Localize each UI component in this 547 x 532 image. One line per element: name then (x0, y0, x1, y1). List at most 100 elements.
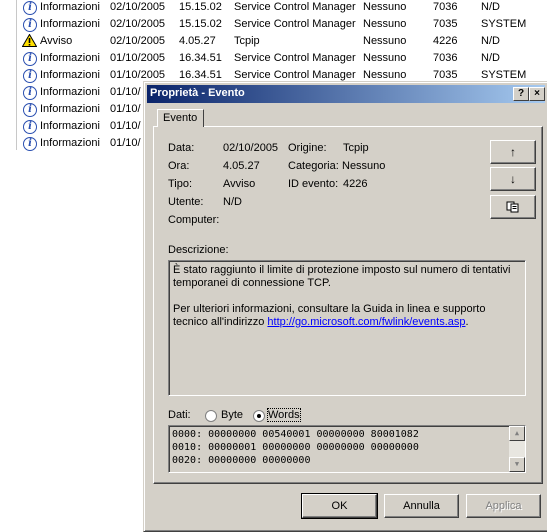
event-type: Informazioni (40, 1, 100, 13)
warning-icon (22, 34, 37, 47)
help-link[interactable]: http://go.microsoft.com/fwlink/events.as… (267, 316, 465, 328)
event-date: 01/10/ (110, 103, 141, 115)
user-value: N/D (223, 196, 242, 208)
event-user: N/D (481, 1, 500, 13)
event-date: 02/10/2005 (110, 1, 166, 13)
event-date: 01/10/ (110, 120, 141, 132)
info-icon: i (23, 86, 37, 100)
event-id: 7035 (433, 18, 458, 30)
info-icon: i (23, 120, 37, 134)
event-id-label: ID evento: (288, 178, 339, 190)
info-icon: i (23, 103, 37, 117)
info-icon: i (23, 1, 37, 15)
type-value: Avviso (223, 178, 256, 190)
data-hex-box[interactable]: 0000: 00000000 00540001 00000000 8000108… (168, 425, 526, 473)
event-source: Service Control Manager (234, 69, 356, 81)
event-row[interactable]: i Informazioni 01/10/2005 16.34.51 Service C… (17, 50, 547, 67)
previous-event-button[interactable]: ↑ (490, 140, 536, 164)
words-radio[interactable] (253, 410, 265, 422)
event-date: 02/10/2005 (110, 35, 166, 47)
event-id: 7036 (433, 1, 458, 13)
event-type: Informazioni (40, 18, 100, 30)
hex-line: 0000: 00000000 00540001 00000000 8000108… (172, 429, 419, 440)
computer-label: Computer: (168, 214, 220, 226)
event-id-value: 4226 (343, 178, 368, 190)
event-category: Nessuno (363, 35, 407, 47)
event-row[interactable]: i Informazioni 02/10/2005 15.15.02 Service C… (17, 0, 547, 16)
source-value: Tcpip (343, 142, 369, 154)
event-time: 4.05.27 (179, 35, 216, 47)
info-icon: i (23, 137, 37, 151)
event-time: 16.34.51 (179, 69, 222, 81)
event-source: Service Control Manager (234, 1, 356, 13)
event-type: Informazioni (40, 86, 100, 98)
dialog-title: Proprietà - Evento (150, 87, 245, 99)
arrow-up-icon: ↑ (510, 145, 516, 159)
hex-line: 0020: 00000000 00000000 (172, 455, 311, 466)
event-user: SYSTEM (481, 18, 527, 30)
hex-scrollbar[interactable]: ▲ ▼ (509, 426, 525, 472)
time-value: 4.05.27 (223, 160, 260, 172)
time-label: Ora: (168, 160, 190, 172)
type-label: Tipo: (168, 178, 193, 190)
event-time: 15.15.02 (179, 1, 222, 13)
user-label: Utente: (168, 196, 204, 208)
event-user: N/D (481, 35, 500, 47)
event-row[interactable]: Avviso 02/10/2005 4.05.27 Tcpip Nessuno 4226 N… (17, 33, 547, 50)
event-type: Informazioni (40, 137, 100, 149)
event-user: SYSTEM (481, 69, 527, 81)
tab-evento-label: Evento (163, 112, 198, 124)
byte-radio-label[interactable]: Byte (221, 409, 243, 421)
hex-line: 0010: 00000001 00000000 00000000 0000000… (172, 442, 419, 453)
event-source: Tcpip (234, 35, 260, 47)
event-category: Nessuno (363, 52, 407, 64)
event-date: 01/10/2005 (110, 52, 166, 64)
event-tab-panel: Data: 02/10/2005 Ora: 4.05.27 Tipo: Avvi… (153, 126, 543, 484)
event-category: Nessuno (363, 1, 407, 13)
description-paragraph-1: È stato raggiunto il limite di protezion… (173, 264, 511, 289)
event-type: Informazioni (40, 69, 100, 81)
event-source: Service Control Manager (234, 52, 356, 64)
event-row[interactable]: i Informazioni 02/10/2005 15.15.02 Service C… (17, 16, 547, 33)
dialog-title-bar[interactable]: Proprietà - Evento ? × (147, 85, 545, 103)
description-paragraph-2: Per ulteriori informazioni, consultare l… (173, 303, 486, 328)
info-icon: i (23, 52, 37, 66)
scroll-down-arrow-icon[interactable]: ▼ (509, 457, 525, 472)
source-label: Origine: (288, 142, 327, 154)
copy-button[interactable] (490, 195, 536, 219)
date-value: 02/10/2005 (223, 142, 279, 154)
next-event-button[interactable]: ↓ (490, 167, 536, 191)
event-type: Informazioni (40, 120, 100, 132)
event-date: 01/10/ (110, 86, 141, 98)
event-category: Nessuno (363, 18, 407, 30)
event-id: 4226 (433, 35, 458, 47)
event-type: Informazioni (40, 103, 100, 115)
event-category: Nessuno (363, 69, 407, 81)
event-id: 7035 (433, 69, 458, 81)
event-source: Service Control Manager (234, 18, 356, 30)
event-user: N/D (481, 52, 500, 64)
arrow-down-icon: ↓ (510, 172, 516, 186)
copy-icon (506, 201, 519, 213)
event-type: Avviso (40, 35, 73, 47)
data-label: Dati: (168, 409, 191, 421)
ok-button[interactable]: OK (301, 493, 378, 519)
event-properties-dialog: Proprietà - Evento ? × Evento Data: 02/1… (143, 81, 547, 532)
tab-evento[interactable]: Evento (157, 109, 204, 127)
words-radio-label[interactable]: Words (267, 408, 301, 422)
event-time: 16.34.51 (179, 52, 222, 64)
close-button[interactable]: × (529, 87, 545, 101)
description-text[interactable]: È stato raggiunto il limite di protezion… (168, 260, 526, 396)
scroll-up-arrow-icon[interactable]: ▲ (509, 426, 525, 441)
info-icon: i (23, 18, 37, 32)
apply-button[interactable]: Applica (466, 494, 541, 518)
event-date: 02/10/2005 (110, 18, 166, 30)
byte-radio[interactable] (205, 410, 217, 422)
category-label: Categoria: (288, 160, 339, 172)
event-date: 01/10/ (110, 137, 141, 149)
help-button[interactable]: ? (513, 87, 529, 101)
event-type: Informazioni (40, 52, 100, 64)
event-id: 7036 (433, 52, 458, 64)
cancel-button[interactable]: Annulla (384, 494, 459, 518)
description-label: Descrizione: (168, 244, 229, 256)
